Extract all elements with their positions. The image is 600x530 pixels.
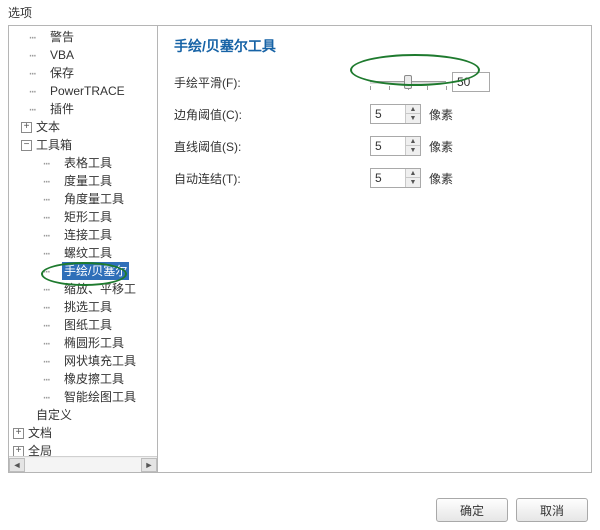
freehand-smooth-value[interactable]: 50: [452, 72, 490, 92]
tree-node[interactable]: ⋯VBA: [9, 46, 157, 64]
tree-node[interactable]: ⋯插件: [9, 100, 157, 118]
spin-up-icon[interactable]: ▲: [406, 169, 420, 178]
spin-up-icon[interactable]: ▲: [406, 137, 420, 146]
tree-node-label[interactable]: 文本: [34, 118, 62, 136]
tree-node[interactable]: ⋯手绘/贝塞尔: [9, 262, 157, 280]
row-line-threshold: 直线阈值(S): 5 ▲▼ 像素: [174, 136, 575, 156]
tree-node-label[interactable]: 手绘/贝塞尔: [62, 262, 129, 280]
scroll-track[interactable]: [25, 458, 141, 472]
tree-node-label[interactable]: 螺纹工具: [62, 244, 114, 262]
tree-node[interactable]: ⋯表格工具: [9, 154, 157, 172]
tree-node-label[interactable]: 椭圆形工具: [62, 334, 126, 352]
unit-label: 像素: [429, 170, 453, 187]
scroll-right-button[interactable]: ►: [141, 458, 157, 472]
tree-node-label[interactable]: 图纸工具: [62, 316, 114, 334]
tree-node-label[interactable]: 度量工具: [62, 172, 114, 190]
expand-icon[interactable]: +: [13, 428, 24, 439]
expand-icon[interactable]: +: [13, 446, 24, 457]
row-freehand-smooth: 手绘平滑(F): 50: [174, 72, 575, 92]
tree-node-label[interactable]: 插件: [48, 100, 76, 118]
tree-node-label[interactable]: PowerTRACE: [48, 82, 127, 100]
scroll-left-button[interactable]: ◄: [9, 458, 25, 472]
options-tree[interactable]: ⋯警告⋯VBA⋯保存⋯PowerTRACE⋯插件+文本−工具箱⋯表格工具⋯度量工…: [8, 25, 158, 473]
freehand-smooth-slider[interactable]: [370, 73, 446, 91]
tree-node[interactable]: ⋯度量工具: [9, 172, 157, 190]
collapse-icon[interactable]: −: [21, 140, 32, 151]
corner-threshold-spinner[interactable]: 5 ▲▼: [370, 104, 421, 124]
tree-node[interactable]: ⋯螺纹工具: [9, 244, 157, 262]
tree-node-label[interactable]: 自定义: [34, 406, 74, 424]
tree-node-label[interactable]: 保存: [48, 64, 76, 82]
spin-down-icon[interactable]: ▼: [406, 146, 420, 155]
tree-node-label[interactable]: 工具箱: [34, 136, 74, 154]
panel-title: 手绘/贝塞尔工具: [174, 36, 575, 56]
tree-node[interactable]: ⋯警告: [9, 28, 157, 46]
tree-node[interactable]: ⋯椭圆形工具: [9, 334, 157, 352]
tree-node[interactable]: ⋯图纸工具: [9, 316, 157, 334]
tree-node-label[interactable]: 智能绘图工具: [62, 388, 138, 406]
tree-node[interactable]: ⋯智能绘图工具: [9, 388, 157, 406]
tree-h-scrollbar[interactable]: ◄ ►: [9, 456, 157, 472]
row-auto-join: 自动连结(T): 5 ▲▼ 像素: [174, 168, 575, 188]
tree-node[interactable]: ⋯PowerTRACE: [9, 82, 157, 100]
tree-node-label[interactable]: 警告: [48, 28, 76, 46]
row-corner-threshold: 边角阈值(C): 5 ▲▼ 像素: [174, 104, 575, 124]
tree-node-label[interactable]: 橡皮擦工具: [62, 370, 126, 388]
tree-node[interactable]: ⋯矩形工具: [9, 208, 157, 226]
line-threshold-spinner[interactable]: 5 ▲▼: [370, 136, 421, 156]
spin-down-icon[interactable]: ▼: [406, 114, 420, 123]
tree-node[interactable]: ⋯缩放、平移工: [9, 280, 157, 298]
expand-icon[interactable]: +: [21, 122, 32, 133]
tree-node[interactable]: ⋯挑选工具: [9, 298, 157, 316]
spin-down-icon[interactable]: ▼: [406, 178, 420, 187]
tree-node-label[interactable]: 文档: [26, 424, 54, 442]
cancel-button[interactable]: 取消: [516, 498, 588, 522]
ok-button[interactable]: 确定: [436, 498, 508, 522]
tree-node[interactable]: ⋯保存: [9, 64, 157, 82]
tree-node[interactable]: +文本: [9, 118, 157, 136]
window-title: 选项: [0, 0, 600, 25]
tree-node-label[interactable]: VBA: [48, 46, 76, 64]
spin-up-icon[interactable]: ▲: [406, 105, 420, 114]
unit-label: 像素: [429, 106, 453, 123]
auto-join-spinner[interactable]: 5 ▲▼: [370, 168, 421, 188]
tree-node-label[interactable]: 连接工具: [62, 226, 114, 244]
label-freehand-smooth: 手绘平滑(F):: [174, 74, 284, 91]
tree-node-label[interactable]: 缩放、平移工: [62, 280, 138, 298]
tree-node-label[interactable]: 挑选工具: [62, 298, 114, 316]
tree-node[interactable]: ⋯连接工具: [9, 226, 157, 244]
label-line-threshold: 直线阈值(S):: [174, 138, 284, 155]
tree-node[interactable]: −工具箱: [9, 136, 157, 154]
label-corner-threshold: 边角阈值(C):: [174, 106, 284, 123]
tree-node[interactable]: ⋯网状填充工具: [9, 352, 157, 370]
tree-node-label[interactable]: 表格工具: [62, 154, 114, 172]
tree-node-label[interactable]: 网状填充工具: [62, 352, 138, 370]
unit-label: 像素: [429, 138, 453, 155]
tree-node[interactable]: 自定义: [9, 406, 157, 424]
tree-node[interactable]: +文档: [9, 424, 157, 442]
label-auto-join: 自动连结(T):: [174, 170, 284, 187]
tree-node-label[interactable]: 矩形工具: [62, 208, 114, 226]
slider-thumb[interactable]: [404, 75, 412, 89]
tree-node[interactable]: ⋯橡皮擦工具: [9, 370, 157, 388]
tree-node[interactable]: ⋯角度量工具: [9, 190, 157, 208]
tree-node-label[interactable]: 角度量工具: [62, 190, 126, 208]
settings-panel: 手绘/贝塞尔工具 手绘平滑(F): 50 边角阈值(C): 5 ▲▼ 像素: [158, 25, 592, 473]
